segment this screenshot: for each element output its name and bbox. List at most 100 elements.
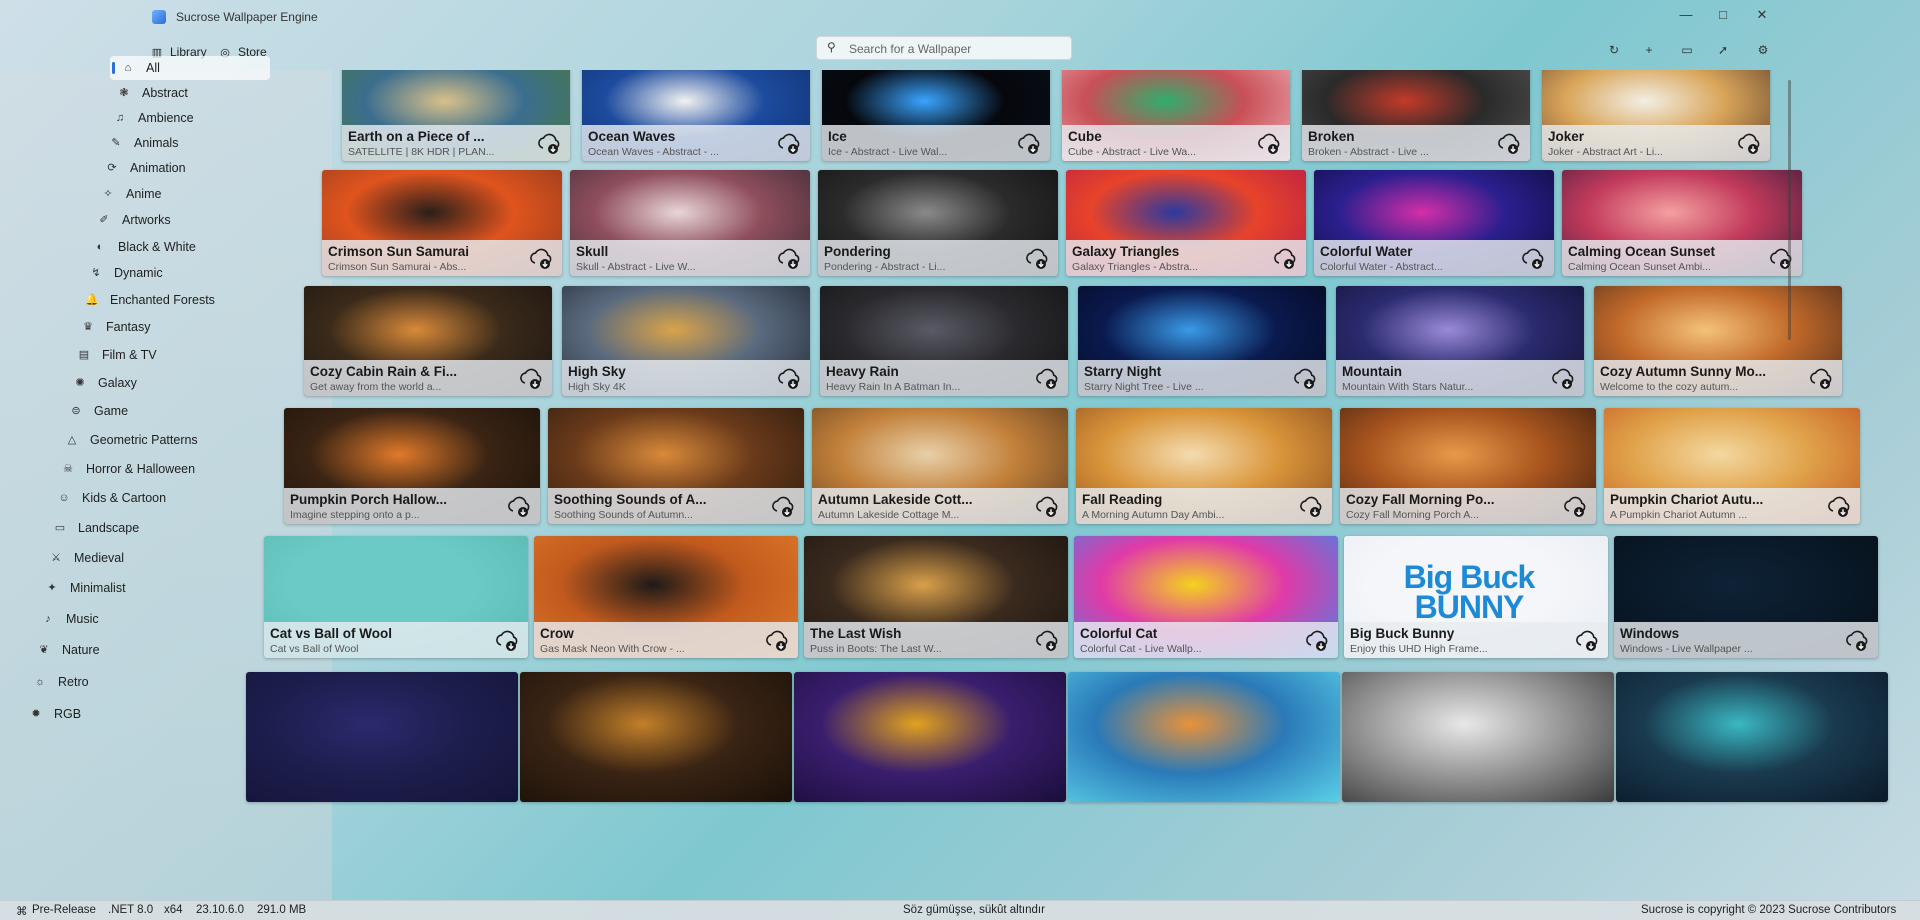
wallpaper-card[interactable]: Cozy Autumn Sunny Mo... Welcome to the co… [1594, 286, 1842, 396]
wallpaper-card[interactable]: Windows Windows - Live Wallpaper ... [1614, 536, 1878, 658]
app-title: Sucrose Wallpaper Engine [176, 10, 318, 24]
wallpaper-title: Mountain [1342, 364, 1402, 379]
cloud-download-icon[interactable] [1520, 245, 1546, 271]
wallpaper-card[interactable]: Pondering Pondering - Abstract - Li... [818, 170, 1058, 276]
wallpaper-card[interactable]: Crow Gas Mask Neon With Crow - ... [534, 536, 798, 658]
cloud-download-icon[interactable] [776, 245, 802, 271]
add-icon[interactable]: + [1638, 40, 1660, 60]
wallpaper-card[interactable]: Galaxy Triangles Galaxy Triangles - Abstr… [1066, 170, 1306, 276]
wallpaper-subtitle: Puss in Boots: The Last W... [810, 643, 942, 655]
wallpaper-card[interactable]: Calming Ocean Sunset Calming Ocean Sunset… [1562, 170, 1802, 276]
wallpaper-card[interactable]: Ice Ice - Abstract - Live Wal... [822, 70, 1050, 161]
cloud-download-icon[interactable] [1298, 493, 1324, 519]
cloud-download-icon[interactable] [518, 365, 544, 391]
wallpaper-card[interactable] [1068, 672, 1340, 802]
close-button[interactable]: ✕ [1748, 4, 1776, 26]
wallpaper-info: Heavy Rain Heavy Rain In A Batman In... [820, 360, 1068, 396]
search-input[interactable] [847, 39, 1066, 59]
wallpaper-card[interactable]: Heavy Rain Heavy Rain In A Batman In... [820, 286, 1068, 396]
cloud-download-icon[interactable] [1844, 627, 1870, 653]
wallpaper-card[interactable]: Skull Skull - Abstract - Live W... [570, 170, 810, 276]
wallpaper-card[interactable]: Big Buck BUNNY Big Buck Bunny Enjoy this U… [1344, 536, 1608, 658]
cloud-download-icon[interactable] [1562, 493, 1588, 519]
cloud-download-icon[interactable] [1024, 245, 1050, 271]
wallpaper-info: Pumpkin Porch Hallow... Imagine stepping … [284, 488, 540, 524]
maximize-button[interactable]: □ [1709, 4, 1737, 26]
wallpaper-card[interactable]: Cat vs Ball of Wool Cat vs Ball of Wool [264, 536, 528, 658]
wallpaper-card[interactable]: Broken Broken - Abstract - Live ... [1302, 70, 1530, 161]
wallpaper-subtitle: Crimson Sun Samurai - Abs... [328, 261, 467, 273]
wallpaper-title: Pumpkin Chariot Autu... [1610, 492, 1764, 507]
memory-label: 291.0 MB [257, 904, 307, 916]
cloud-download-icon[interactable] [764, 627, 790, 653]
wallpaper-card[interactable]: Autumn Lakeside Cott... Autumn Lakeside C… [812, 408, 1068, 524]
wallpaper-info: Ice Ice - Abstract - Live Wal... [822, 125, 1050, 161]
wallpaper-title: Cozy Cabin Rain & Fi... [310, 364, 458, 379]
cloud-download-icon[interactable] [1550, 365, 1576, 391]
cloud-download-icon[interactable] [1016, 130, 1042, 156]
wallpaper-card[interactable]: Crimson Sun Samurai Crimson Sun Samurai -… [322, 170, 562, 276]
cloud-download-icon[interactable] [1034, 365, 1060, 391]
wallpaper-card[interactable]: High Sky High Sky 4K [562, 286, 810, 396]
wallpaper-card[interactable]: Cozy Cabin Rain & Fi... Get away from the… [304, 286, 552, 396]
wallpaper-card[interactable]: The Last Wish Puss in Boots: The Last W..… [804, 536, 1068, 658]
channel-label: Pre-Release [32, 904, 96, 916]
wallpaper-card[interactable] [794, 672, 1066, 802]
wallpaper-info: Cat vs Ball of Wool Cat vs Ball of Wool [264, 622, 528, 658]
scrollbar[interactable] [1788, 80, 1791, 340]
wallpaper-subtitle: SATELLITE | 8K HDR | PLAN... [348, 146, 495, 158]
wallpaper-card[interactable]: Soothing Sounds of A... Soothing Sounds o… [548, 408, 804, 524]
cloud-download-icon[interactable] [528, 245, 554, 271]
search-box[interactable]: ⚲ [816, 36, 1072, 60]
cloud-download-icon[interactable] [776, 365, 802, 391]
version-label: 23.10.6.0 [196, 904, 244, 916]
settings-icon[interactable]: ⚙ [1752, 40, 1774, 60]
status-bar: ⌘ Pre-Release .NET 8.0 x64 23.10.6.0 291… [0, 900, 1920, 920]
cloud-download-icon[interactable] [494, 627, 520, 653]
refresh-icon[interactable]: ↻ [1603, 40, 1625, 60]
minimize-button[interactable]: — [1672, 4, 1700, 26]
wallpaper-card[interactable]: Pumpkin Porch Hallow... Imagine stepping … [284, 408, 540, 524]
cloud-download-icon[interactable] [1574, 627, 1600, 653]
wallpaper-info: Pumpkin Chariot Autu... A Pumpkin Chariot… [1604, 488, 1860, 524]
wallpaper-card[interactable]: Mountain Mountain With Stars Natur... [1336, 286, 1584, 396]
wallpaper-card[interactable]: Pumpkin Chariot Autu... A Pumpkin Chariot… [1604, 408, 1860, 524]
wallpaper-card[interactable]: Earth on a Piece of ... SATELLITE | 8K HD… [342, 70, 570, 161]
wallpaper-card[interactable] [520, 672, 792, 802]
cloud-download-icon[interactable] [1736, 130, 1762, 156]
pin-icon[interactable]: ➚ [1712, 40, 1734, 60]
wallpaper-card[interactable]: Cube Cube - Abstract - Live Wa... [1062, 70, 1290, 161]
cloud-download-icon[interactable] [776, 130, 802, 156]
wallpaper-card[interactable]: Fall Reading A Morning Autumn Day Ambi... [1076, 408, 1332, 524]
wallpaper-card[interactable]: Colorful Cat Colorful Cat - Live Wallp... [1074, 536, 1338, 658]
cloud-download-icon[interactable] [1496, 130, 1522, 156]
wallpaper-card[interactable] [1616, 672, 1888, 802]
cloud-download-icon[interactable] [1292, 365, 1318, 391]
wallpaper-subtitle: Get away from the world a... [310, 381, 442, 393]
cloud-download-icon[interactable] [1272, 245, 1298, 271]
wallpaper-card[interactable] [246, 672, 518, 802]
wallpaper-info: Fall Reading A Morning Autumn Day Ambi... [1076, 488, 1332, 524]
wallpaper-title: Cat vs Ball of Wool [270, 626, 393, 641]
wallpaper-subtitle: Imagine stepping onto a p... [290, 509, 420, 521]
cloud-download-icon[interactable] [1034, 493, 1060, 519]
wallpaper-subtitle: Colorful Water - Abstract... [1320, 261, 1443, 273]
cloud-download-icon[interactable] [506, 493, 532, 519]
wallpaper-card[interactable]: Cozy Fall Morning Po... Cozy Fall Morning… [1340, 408, 1596, 524]
cloud-download-icon[interactable] [1034, 627, 1060, 653]
wallpaper-card[interactable]: Starry Night Starry Night Tree - Live ... [1078, 286, 1326, 396]
cloud-download-icon[interactable] [770, 493, 796, 519]
wallpaper-thumbnail [1068, 672, 1340, 802]
wallpaper-card[interactable]: Joker Joker - Abstract Art - Li... [1542, 70, 1770, 161]
wallpaper-card[interactable]: Ocean Waves Ocean Waves - Abstract - ... [582, 70, 810, 161]
app-window: Sucrose Wallpaper Engine — □ ✕ ▥ Library … [0, 0, 1920, 920]
wallpaper-info: Cozy Autumn Sunny Mo... Welcome to the co… [1594, 360, 1842, 396]
display-icon[interactable]: ▭ [1676, 40, 1698, 60]
cloud-download-icon[interactable] [1808, 365, 1834, 391]
wallpaper-card[interactable]: Colorful Water Colorful Water - Abstract.… [1314, 170, 1554, 276]
cloud-download-icon[interactable] [1826, 493, 1852, 519]
cloud-download-icon[interactable] [536, 130, 562, 156]
wallpaper-card[interactable] [1342, 672, 1614, 802]
cloud-download-icon[interactable] [1256, 130, 1282, 156]
cloud-download-icon[interactable] [1304, 627, 1330, 653]
